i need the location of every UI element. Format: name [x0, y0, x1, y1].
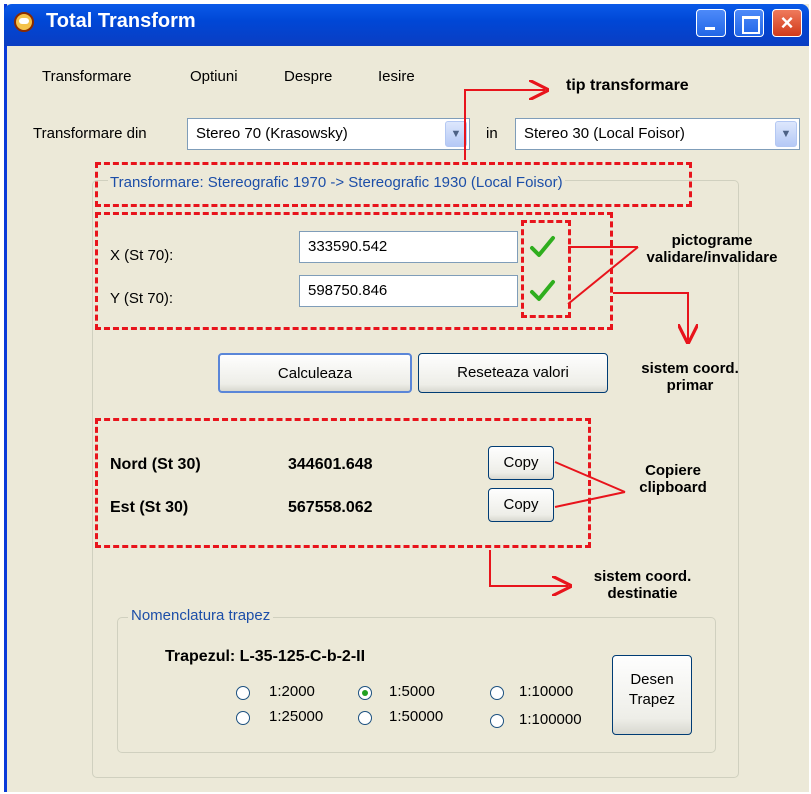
- annotation-arrows: [464, 0, 811, 794]
- annotation-copiere: Copiere clipboard: [639, 462, 707, 496]
- annotation-tip-transformare: tip transformare: [566, 77, 689, 94]
- annotation-primar: sistem coord. primar: [641, 360, 739, 394]
- annotation-destinatie: sistem coord. destinatie: [593, 568, 692, 602]
- annotation-pictograme: pictograme validare/invalidare: [646, 232, 778, 266]
